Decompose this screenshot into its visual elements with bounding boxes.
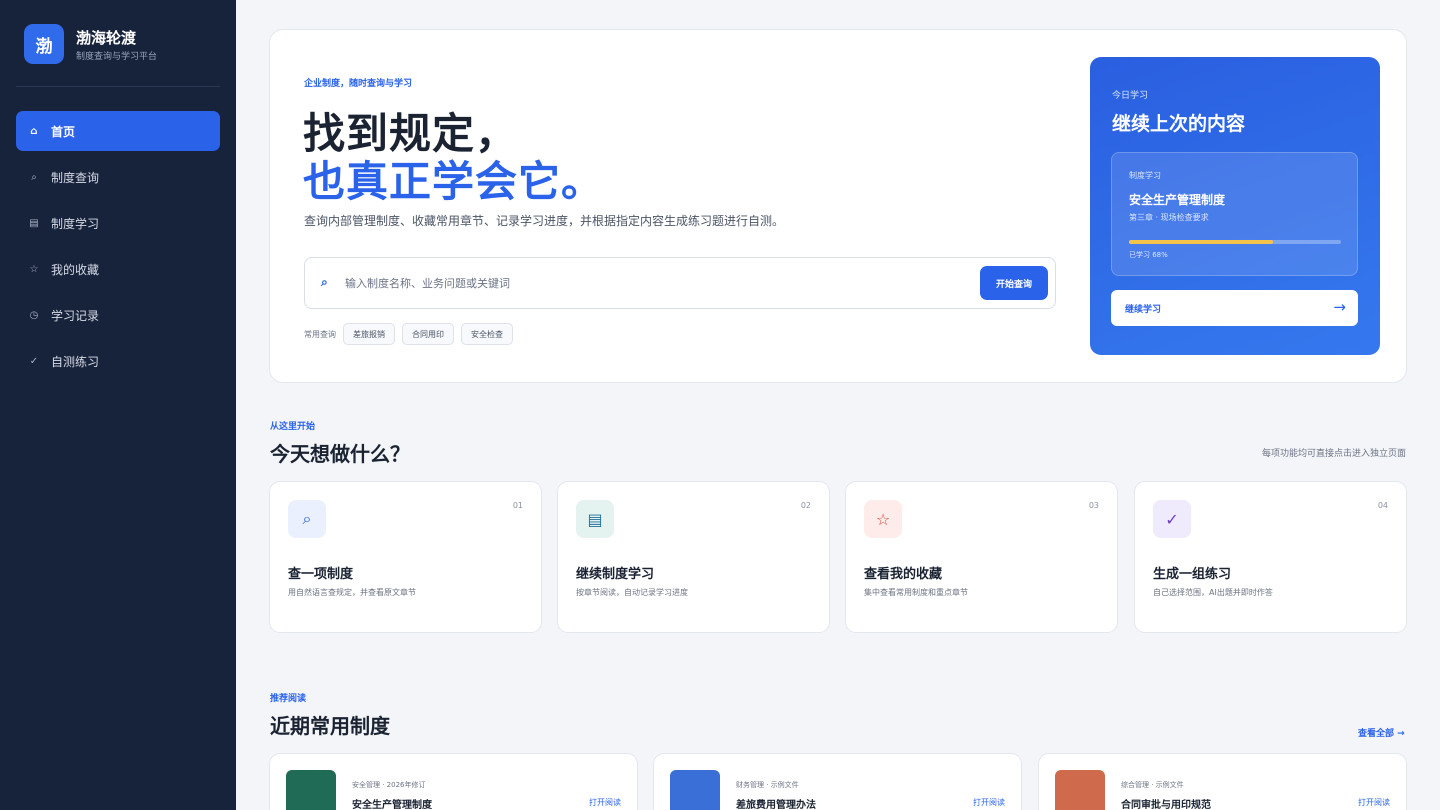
main-content: 企业制度，随时查询与学习 找到规定， 也真正学会它。 查询内部管理制度、收藏常用… — [236, 0, 1440, 810]
recent-title: 近期常用制度 — [270, 714, 390, 738]
feature-description: 按章节阅读，自动记录学习进度 — [576, 588, 688, 597]
rule-title: 差旅费用管理办法 — [736, 800, 816, 810]
rule-card[interactable]: 安 安全管理 · 2026年修订 安全生产管理制度 打开阅读 — [269, 753, 638, 810]
open-read-link[interactable]: 打开阅读 — [973, 797, 1005, 808]
feature-title: 查看我的收藏 — [864, 567, 943, 582]
progress-bar — [1129, 240, 1341, 244]
feature-title: 生成一组练习 — [1153, 567, 1232, 582]
rule-cover: 财 — [670, 770, 720, 810]
quick-chip-travel[interactable]: 差旅报销 — [343, 323, 395, 345]
rule-cover: 安 — [286, 770, 336, 810]
brand-logo: 渤 — [24, 24, 64, 64]
feature-number: 01 — [512, 501, 523, 510]
feature-number: 04 — [1377, 501, 1388, 510]
sidebar-divider — [16, 86, 220, 87]
feature-number: 02 — [800, 501, 811, 510]
course-eyebrow: 制度学习 — [1129, 171, 1161, 180]
today-title: 继续上次的内容 — [1112, 113, 1246, 135]
recent-rules: 安 安全管理 · 2026年修订 安全生产管理制度 打开阅读 财 财务管理 · … — [269, 753, 1407, 810]
arrow-right-icon: → — [1333, 298, 1346, 316]
clock-icon: ◷ — [29, 309, 39, 321]
quick-chip-contract[interactable]: 合同用印 — [402, 323, 454, 345]
continue-study-button[interactable]: 继续学习 → — [1111, 290, 1358, 326]
rule-meta: 财务管理 · 示例文件 — [736, 781, 799, 789]
search-input[interactable] — [345, 270, 965, 296]
book-icon: ▤ — [576, 500, 614, 538]
sidebar-item-label: 我的收藏 — [51, 262, 100, 277]
rule-meta: 综合管理 · 示例文件 — [1121, 781, 1184, 789]
feature-title: 继续制度学习 — [576, 567, 655, 582]
sidebar-item-label: 自测练习 — [51, 354, 100, 369]
home-icon: ⌂ — [30, 125, 38, 137]
rule-cover: 合 — [1055, 770, 1105, 810]
quick-queries-label: 常用查询 — [304, 329, 336, 339]
quick-chip-safety[interactable]: 安全检查 — [461, 323, 513, 345]
hero-title-line2: 也真正学会它。 — [303, 157, 605, 206]
search-icon: ⌕ — [321, 275, 328, 289]
star-icon: ☆ — [864, 500, 902, 538]
quick-queries: 常用查询 差旅报销 合同用印 安全检查 — [304, 323, 520, 345]
sidebar-item-label: 制度查询 — [51, 170, 100, 185]
feature-card-practice[interactable]: ✓ 04 生成一组练习 自己选择范围，AI出题并即时作答 — [1134, 481, 1407, 633]
star-icon: ☆ — [29, 263, 39, 275]
today-eyebrow: 今日学习 — [1112, 91, 1149, 101]
search-icon: ⌕ — [288, 500, 326, 538]
sidebar-item-search[interactable]: ⌕ 制度查询 — [16, 157, 220, 197]
hero-description: 查询内部管理制度、收藏常用章节、记录学习进度，并根据指定内容生成练习题进行自测。 — [304, 214, 785, 228]
sidebar-item-favorites[interactable]: ☆ 我的收藏 — [16, 249, 220, 289]
sidebar-item-history[interactable]: ◷ 学习记录 — [16, 295, 220, 335]
start-note: 每项功能均可直接点击进入独立页面 — [1261, 449, 1406, 459]
rule-meta: 安全管理 · 2026年修订 — [352, 781, 426, 789]
check-icon: ✓ — [29, 355, 39, 367]
book-icon: ▤ — [29, 217, 39, 229]
check-icon: ✓ — [1153, 500, 1191, 538]
open-read-link[interactable]: 打开阅读 — [1358, 797, 1390, 808]
feature-card-favorites[interactable]: ☆ 03 查看我的收藏 集中查看常用制度和重点章节 — [845, 481, 1118, 633]
sidebar-item-home[interactable]: ⌂ 首页 — [16, 111, 220, 151]
brand[interactable]: 渤 渤海轮渡 制度查询与学习平台 — [24, 24, 220, 64]
hero-eyebrow: 企业制度，随时查询与学习 — [304, 79, 413, 89]
sidebar: 渤 渤海轮渡 制度查询与学习平台 ⌂ 首页 ⌕ 制度查询 ▤ 制度学习 ☆ 我的… — [0, 0, 236, 810]
start-eyebrow: 从这里开始 — [270, 422, 316, 432]
start-title: 今天想做什么？ — [270, 442, 410, 466]
brand-name: 渤海轮渡 — [76, 29, 137, 47]
recent-eyebrow: 推荐阅读 — [270, 694, 307, 704]
feature-card-study[interactable]: ▤ 02 继续制度学习 按章节阅读，自动记录学习进度 — [557, 481, 830, 633]
feature-number: 03 — [1088, 501, 1099, 510]
hero-panel: 企业制度，随时查询与学习 找到规定， 也真正学会它。 查询内部管理制度、收藏常用… — [269, 29, 1407, 383]
current-course[interactable]: 制度学习 安全生产管理制度 第三章 · 现场检查要求 已学习 68% — [1111, 152, 1358, 276]
start-search-button[interactable]: 开始查询 — [980, 266, 1048, 300]
search-icon: ⌕ — [31, 171, 37, 183]
rule-title: 安全生产管理制度 — [352, 800, 432, 810]
sidebar-nav: ⌂ 首页 ⌕ 制度查询 ▤ 制度学习 ☆ 我的收藏 ◷ 学习记录 ✓ 自测练习 — [16, 111, 220, 387]
view-all-link[interactable]: 查看全部 → — [1358, 726, 1405, 739]
course-title: 安全生产管理制度 — [1129, 193, 1226, 207]
brand-subtitle: 制度查询与学习平台 — [76, 52, 158, 62]
sidebar-item-label: 首页 — [51, 124, 76, 139]
search-box: ⌕ 开始查询 — [304, 257, 1056, 309]
course-chapter: 第三章 · 现场检查要求 — [1129, 213, 1209, 222]
feature-title: 查一项制度 — [288, 567, 354, 582]
rule-card[interactable]: 合 综合管理 · 示例文件 合同审批与用印规范 打开阅读 — [1038, 753, 1407, 810]
feature-card-search[interactable]: ⌕ 01 查一项制度 用自然语言查规定，并查看原文章节 — [269, 481, 542, 633]
continue-study-label: 继续学习 — [1125, 305, 1162, 315]
feature-cards: ⌕ 01 查一项制度 用自然语言查规定，并查看原文章节 ▤ 02 继续制度学习 … — [269, 481, 1407, 633]
feature-description: 用自然语言查规定，并查看原文章节 — [288, 588, 416, 597]
sidebar-item-practice[interactable]: ✓ 自测练习 — [16, 341, 220, 381]
sidebar-item-study[interactable]: ▤ 制度学习 — [16, 203, 220, 243]
progress-text: 已学习 68% — [1129, 251, 1168, 259]
feature-description: 自己选择范围，AI出题并即时作答 — [1153, 588, 1273, 597]
open-read-link[interactable]: 打开阅读 — [589, 797, 621, 808]
rule-card[interactable]: 财 财务管理 · 示例文件 差旅费用管理办法 打开阅读 — [653, 753, 1022, 810]
today-study-card: 今日学习 继续上次的内容 制度学习 安全生产管理制度 第三章 · 现场检查要求 … — [1090, 57, 1380, 355]
rule-title: 合同审批与用印规范 — [1121, 800, 1211, 810]
sidebar-item-label: 制度学习 — [51, 216, 100, 231]
feature-description: 集中查看常用制度和重点章节 — [864, 588, 968, 597]
sidebar-item-label: 学习记录 — [51, 308, 100, 323]
progress-bar-fill — [1129, 240, 1274, 244]
